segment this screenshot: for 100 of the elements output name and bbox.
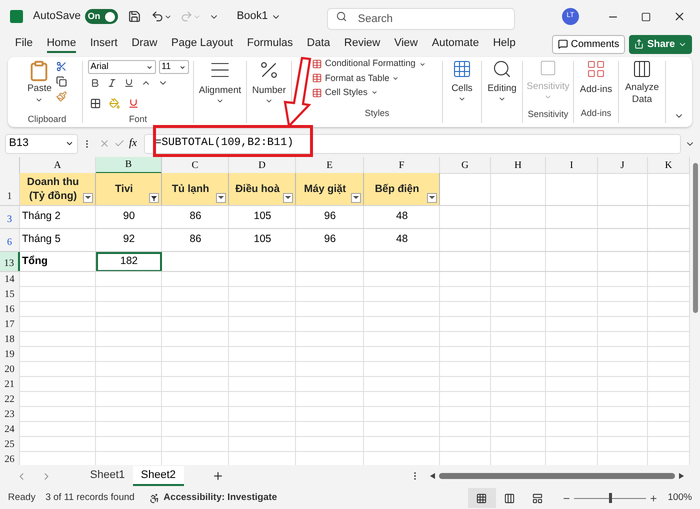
horizontal-scrollbar[interactable] xyxy=(439,473,675,479)
header-cell[interactable]: Bếp điện xyxy=(364,173,440,205)
alignment-button[interactable]: Alignment xyxy=(194,57,246,127)
table-icon xyxy=(312,59,322,70)
row-header[interactable]: 13 xyxy=(0,252,20,271)
font-size-field[interactable]: 11 xyxy=(158,60,188,74)
filter-active-icon[interactable] xyxy=(149,193,159,203)
row-header[interactable]: 23 xyxy=(0,407,20,422)
header-cell[interactable]: Điều hoà xyxy=(229,173,296,205)
fill-color-icon[interactable] xyxy=(109,98,120,108)
ribbon-tab[interactable]: Page Layout xyxy=(171,35,234,53)
insert-function-button[interactable]: fx xyxy=(129,135,137,152)
accessibility-status[interactable]: Accessibility: Investigate xyxy=(148,490,278,506)
ribbon-tab[interactable]: Data xyxy=(306,35,330,53)
normal-view-icon[interactable] xyxy=(468,488,496,508)
column-header[interactable]: J xyxy=(598,157,648,174)
analyze-data-button[interactable]: Analyze Data xyxy=(619,57,665,127)
maximize-icon[interactable] xyxy=(641,12,651,22)
row-header[interactable]: 22 xyxy=(0,392,20,407)
font-name-field[interactable]: Arial xyxy=(88,60,156,74)
header-cell[interactable]: Máy giặt xyxy=(296,173,364,205)
table-cell-text: Tháng 2 xyxy=(21,209,62,224)
row-header[interactable]: 17 xyxy=(0,317,20,332)
table-cell-text: 105 xyxy=(252,209,272,224)
caret-icon xyxy=(65,139,74,148)
format-painter-icon[interactable] xyxy=(56,91,67,102)
row-header[interactable]: 14 xyxy=(0,272,20,287)
underline-icon[interactable] xyxy=(124,78,134,88)
row-header[interactable]: 1 xyxy=(0,173,20,205)
column-header[interactable]: B xyxy=(96,157,162,174)
styles-menu-button[interactable]: Conditional Formatting xyxy=(312,57,426,72)
filter-dropdown-icon[interactable] xyxy=(351,193,361,203)
filter-dropdown-icon[interactable] xyxy=(83,193,93,203)
styles-menu-button[interactable]: Format as Table xyxy=(312,71,400,86)
share-button[interactable]: Share xyxy=(629,34,692,54)
table-cell-text: 48 xyxy=(395,232,409,248)
header-cell[interactable]: Tủ lạnh xyxy=(162,173,229,205)
row-header[interactable]: 18 xyxy=(0,332,20,347)
zoom-level[interactable]: 100% xyxy=(668,490,692,506)
filter-dropdown-icon[interactable] xyxy=(427,193,437,203)
comments-button[interactable]: Comments xyxy=(552,34,626,54)
styles-menu-button[interactable]: Cell Styles xyxy=(312,86,378,100)
paste-button[interactable]: Paste xyxy=(27,60,52,104)
column-header[interactable]: K xyxy=(648,157,690,174)
editing-button[interactable]: Editing xyxy=(482,57,522,127)
column-header[interactable]: I xyxy=(546,157,598,174)
font-color-icon[interactable] xyxy=(128,98,139,108)
cells-button[interactable]: Cells xyxy=(443,57,481,127)
addins-button[interactable]: Add-ins xyxy=(580,57,612,98)
row-header[interactable]: 6 xyxy=(0,229,20,251)
column-header[interactable]: G xyxy=(440,157,491,174)
ribbon-tab[interactable]: Home xyxy=(46,35,76,53)
row-header[interactable]: 24 xyxy=(0,422,20,437)
row-header[interactable]: 25 xyxy=(0,437,20,452)
ribbon-tab[interactable]: Help xyxy=(492,35,516,53)
zoom-slider-thumb[interactable] xyxy=(608,493,612,503)
scroll-left-icon[interactable] xyxy=(430,473,435,479)
zoom-slider[interactable] xyxy=(574,493,646,503)
cut-icon[interactable] xyxy=(56,61,67,72)
row-header[interactable]: 3 xyxy=(0,206,20,228)
ribbon-tab[interactable]: Automate xyxy=(432,35,479,53)
comment-icon xyxy=(558,39,568,49)
search-icon xyxy=(492,59,512,79)
search-field[interactable]: Search xyxy=(326,8,515,30)
name-box[interactable]: B13 xyxy=(5,134,78,154)
save-icon[interactable] xyxy=(128,10,141,23)
ribbon-tab[interactable]: Formulas xyxy=(247,35,293,53)
workbook-title[interactable]: Book1 xyxy=(236,8,281,25)
row-header[interactable]: 26 xyxy=(0,452,20,465)
borders-icon[interactable] xyxy=(90,98,101,108)
ribbon-tab[interactable]: Review xyxy=(344,35,380,53)
sheet-tab[interactable]: Sheet1 xyxy=(82,466,133,486)
row-header[interactable]: 21 xyxy=(0,377,20,392)
row-header[interactable]: 15 xyxy=(0,287,20,302)
ribbon-tab[interactable]: File xyxy=(15,35,33,53)
formula-field[interactable]: =SUBTOTAL(109,B2:B11) xyxy=(144,134,681,154)
copy-icon[interactable] xyxy=(56,76,67,87)
ribbon-tab[interactable]: Draw xyxy=(132,35,158,53)
table-cell: 182 xyxy=(96,252,162,271)
header-cell[interactable]: Doanh thu (Tỷ đồng) xyxy=(20,173,96,205)
row-header[interactable]: 16 xyxy=(0,302,20,317)
bold-icon[interactable] xyxy=(90,78,100,88)
italic-icon[interactable] xyxy=(107,78,117,88)
ribbon-tab[interactable]: Insert xyxy=(90,35,118,53)
row-header[interactable]: 20 xyxy=(0,362,20,377)
filter-dropdown-icon[interactable] xyxy=(283,193,293,203)
filter-dropdown-icon[interactable] xyxy=(216,193,226,203)
undo-icon[interactable] xyxy=(150,10,164,23)
number-button[interactable]: Number xyxy=(247,57,291,127)
row-header[interactable]: 19 xyxy=(0,347,20,362)
close-icon[interactable] xyxy=(673,10,686,23)
zoom-in-icon[interactable] xyxy=(648,494,658,502)
add-sheet-icon[interactable] xyxy=(212,470,224,482)
autosave-toggle[interactable]: On xyxy=(84,9,118,24)
ribbon-tab[interactable]: View xyxy=(394,35,418,53)
autosave-label: AutoSave xyxy=(33,9,81,24)
scroll-right-icon[interactable] xyxy=(679,473,684,479)
column-header[interactable]: H xyxy=(491,157,546,174)
header-cell[interactable]: Tivi xyxy=(96,173,162,205)
sheet-tab[interactable]: Sheet2 xyxy=(132,466,184,486)
